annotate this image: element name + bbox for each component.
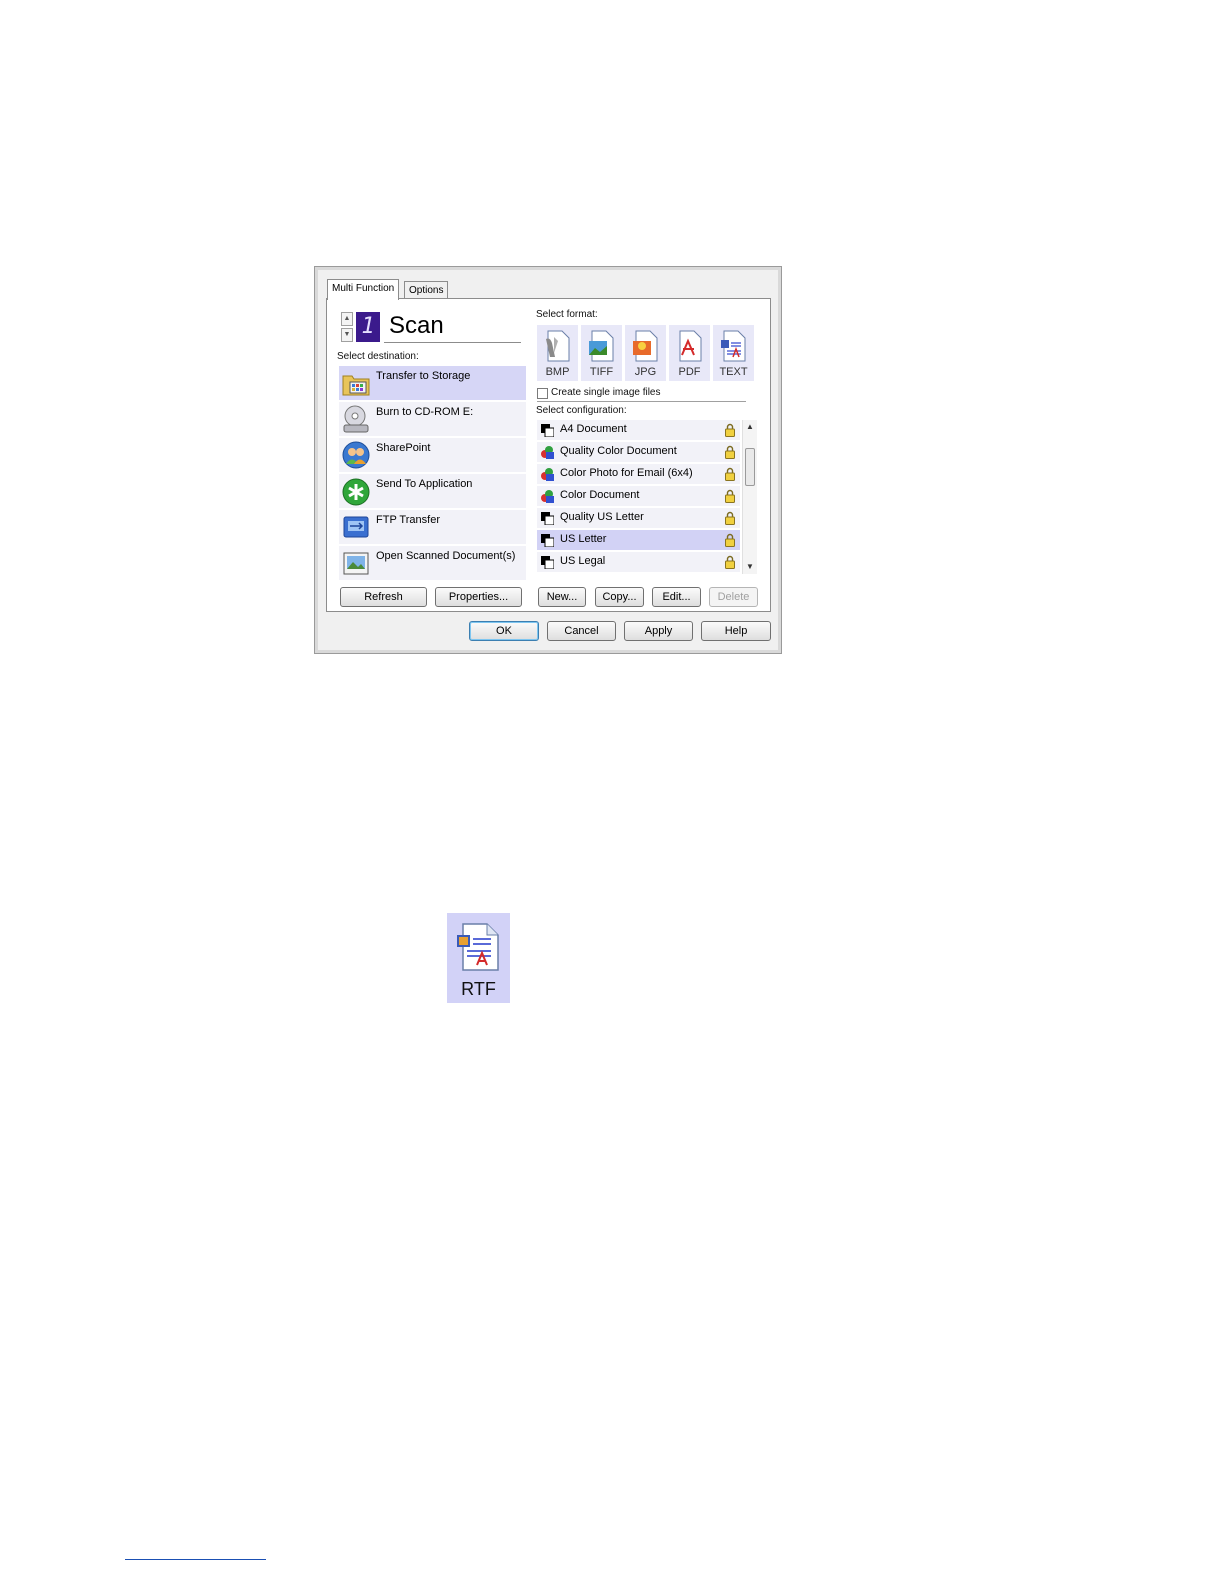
lock-icon <box>725 423 735 437</box>
lock-icon <box>725 467 735 481</box>
image-document-icon <box>343 552 369 575</box>
configuration-label: Quality Color Document <box>560 445 677 457</box>
lock-icon <box>725 555 735 569</box>
tiff-file-icon <box>589 330 614 362</box>
format-label: JPG <box>634 366 657 378</box>
destination-label: SharePoint <box>376 442 431 454</box>
destination-label: Transfer to Storage <box>376 370 471 382</box>
bw-document-icon <box>541 534 554 547</box>
destination-label: Send To Application <box>376 478 473 490</box>
scrollbar-thumb[interactable] <box>745 448 755 486</box>
rtf-label: RTF <box>461 979 496 999</box>
configuration-item-quality-us-letter[interactable]: Quality US Letter <box>537 508 740 528</box>
destination-list: Transfer to Storage Burn to CD-ROM E: Sh… <box>339 366 526 582</box>
destination-item-burn-to-cd[interactable]: Burn to CD-ROM E: <box>339 402 526 436</box>
cd-drive-icon <box>343 405 369 433</box>
lock-icon <box>725 489 735 503</box>
format-jpg[interactable]: JPG <box>625 325 666 381</box>
destination-label: Burn to CD-ROM E: <box>376 406 474 418</box>
bw-document-icon <box>541 424 554 437</box>
destination-label: FTP Transfer <box>376 514 440 526</box>
lock-icon <box>725 445 735 459</box>
sharepoint-icon <box>342 441 370 469</box>
configuration-label: Quality US Letter <box>560 511 644 523</box>
color-document-icon <box>541 490 554 503</box>
format-bmp[interactable]: BMP <box>537 325 578 381</box>
rtf-file-icon <box>457 923 499 971</box>
help-button[interactable]: Help <box>701 621 771 641</box>
configuration-item-quality-color-document[interactable]: Quality Color Document <box>537 442 740 462</box>
scan-title: Scan <box>389 312 444 339</box>
tab-panel: ▲ ▼ 1 Scan Select destination: Transfer … <box>326 298 771 612</box>
select-destination-label: Select destination: <box>337 351 419 362</box>
color-document-icon <box>541 446 554 459</box>
button-number-spinner[interactable]: ▲ ▼ <box>341 312 353 342</box>
ftp-icon <box>343 516 369 538</box>
format-divider <box>537 401 746 402</box>
edit-configuration-button[interactable]: Edit... <box>652 587 701 607</box>
refresh-button[interactable]: Refresh <box>340 587 427 607</box>
color-document-icon <box>541 468 554 481</box>
properties-button[interactable]: Properties... <box>435 587 522 607</box>
new-configuration-button[interactable]: New... <box>538 587 586 607</box>
application-icon <box>342 478 370 506</box>
pdf-file-icon <box>679 330 702 362</box>
configuration-item-a4-document[interactable]: A4 Document <box>537 420 740 440</box>
copy-configuration-button[interactable]: Copy... <box>595 587 644 607</box>
folder-icon <box>342 375 370 396</box>
scroll-down-arrow-icon[interactable]: ▼ <box>743 560 757 574</box>
scan-configuration-dialog: Multi Function Options ▲ ▼ 1 Scan Select… <box>314 266 782 654</box>
tab-options[interactable]: Options <box>404 281 449 299</box>
configuration-label: A4 Document <box>560 423 627 435</box>
jpg-file-icon <box>633 330 658 362</box>
lock-icon <box>725 511 735 525</box>
bw-document-icon <box>541 512 554 525</box>
configuration-item-us-legal[interactable]: US Legal <box>537 552 740 572</box>
apply-button[interactable]: Apply <box>624 621 693 641</box>
destination-item-sharepoint[interactable]: SharePoint <box>339 438 526 472</box>
button-number-display: 1 <box>356 312 380 342</box>
scroll-up-arrow-icon[interactable]: ▲ <box>743 420 757 434</box>
destination-label: Open Scanned Document(s) <box>376 550 516 562</box>
destination-item-send-to-application[interactable]: Send To Application <box>339 474 526 508</box>
format-selector: BMP TIFF JPG PDF TEXT <box>537 325 755 381</box>
footnote-separator <box>125 1559 266 1560</box>
format-pdf[interactable]: PDF <box>669 325 710 381</box>
configuration-label: Color Document <box>560 489 640 501</box>
configuration-label: US Letter <box>560 533 607 545</box>
format-tiff[interactable]: TIFF <box>581 325 622 381</box>
create-single-image-files-checkbox[interactable] <box>537 388 548 399</box>
text-file-icon <box>721 330 746 362</box>
configuration-label: US Legal <box>560 555 606 567</box>
ok-button[interactable]: OK <box>469 621 539 641</box>
configuration-item-color-document[interactable]: Color Document <box>537 486 740 506</box>
bmp-file-icon <box>546 330 570 362</box>
format-label: PDF <box>678 366 701 378</box>
create-single-image-files-label: Create single image files <box>551 387 661 398</box>
format-label: TIFF <box>589 366 614 378</box>
destination-item-ftp-transfer[interactable]: FTP Transfer <box>339 510 526 544</box>
destination-item-open-scanned-documents[interactable]: Open Scanned Document(s) <box>339 546 526 580</box>
spinner-up-arrow[interactable]: ▲ <box>341 312 353 326</box>
cancel-button[interactable]: Cancel <box>547 621 616 641</box>
format-label: BMP <box>545 366 570 378</box>
format-text[interactable]: TEXT <box>713 325 754 381</box>
lock-icon <box>725 533 735 547</box>
select-format-label: Select format: <box>536 309 598 320</box>
title-divider <box>384 342 521 343</box>
configuration-scrollbar[interactable]: ▲ ▼ <box>742 420 757 574</box>
configuration-label: Color Photo for Email (6x4) <box>560 467 693 479</box>
configuration-list: A4 Document Quality Color Document Color… <box>537 420 757 574</box>
format-label: TEXT <box>719 366 748 378</box>
configuration-item-color-photo-for-email[interactable]: Color Photo for Email (6x4) <box>537 464 740 484</box>
configuration-item-us-letter[interactable]: US Letter <box>537 530 740 550</box>
bw-document-icon <box>541 556 554 569</box>
destination-item-transfer-to-storage[interactable]: Transfer to Storage <box>339 366 526 400</box>
tab-multi-function[interactable]: Multi Function <box>327 279 400 300</box>
rtf-format-tile: RTF <box>447 913 510 1003</box>
spinner-down-arrow[interactable]: ▼ <box>341 328 353 342</box>
delete-configuration-button[interactable]: Delete <box>709 587 758 607</box>
select-configuration-label: Select configuration: <box>536 405 627 416</box>
